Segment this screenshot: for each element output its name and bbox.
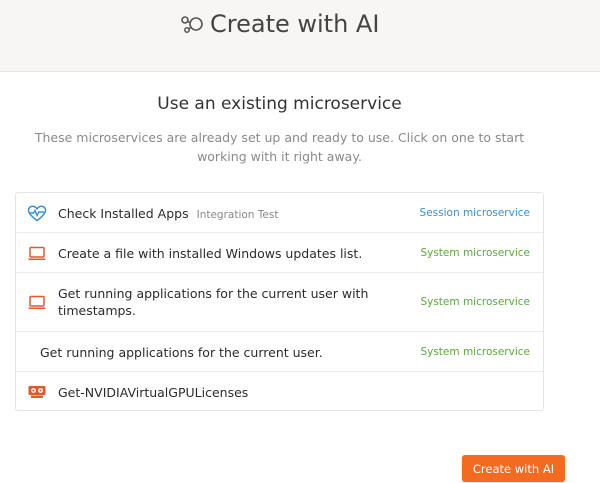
microservice-type: System microservice bbox=[420, 296, 530, 308]
section-description: These microservices are already set up a… bbox=[34, 130, 525, 164]
microservice-label: Get running applications for the current… bbox=[58, 286, 369, 318]
microservice-item-check-installed-apps[interactable]: Check Installed Apps Integration Test Ses… bbox=[16, 193, 543, 233]
laptop-icon bbox=[27, 295, 47, 311]
section-title: Use an existing microservice bbox=[157, 94, 402, 114]
heart-pulse-icon bbox=[27, 205, 47, 222]
microservice-label: Check Installed Apps bbox=[58, 206, 189, 221]
header: Create with AI bbox=[0, 0, 600, 72]
page-title: Create with AI bbox=[180, 10, 379, 38]
microservice-list: Check Installed Apps Integration Test Ses… bbox=[15, 192, 544, 411]
microservice-type: System microservice bbox=[420, 247, 530, 259]
microservice-item-running-apps-timestamps[interactable]: Get running applications for the current… bbox=[16, 273, 543, 332]
gpu-card-icon bbox=[27, 384, 47, 400]
page-title-text: Create with AI bbox=[210, 10, 380, 38]
microservice-label: Create a file with installed Windows upd… bbox=[58, 246, 363, 261]
microservice-item-windows-updates[interactable]: Create a file with installed Windows upd… bbox=[16, 233, 543, 273]
microservice-label: Get-NVIDIAVirtualGPULicenses bbox=[58, 385, 249, 400]
microservice-label: Get running applications for the current… bbox=[40, 345, 323, 360]
integration-test-tag: Integration Test bbox=[196, 209, 279, 221]
microservice-item-nvidia-gpu-licenses[interactable]: Get-NVIDIAVirtualGPULicenses bbox=[16, 372, 543, 412]
microservice-type: System microservice bbox=[420, 346, 530, 358]
nodes-icon bbox=[180, 12, 204, 36]
microservice-item-running-apps[interactable]: Get running applications for the current… bbox=[16, 332, 543, 372]
microservice-type: Session microservice bbox=[419, 207, 530, 219]
laptop-icon bbox=[27, 246, 47, 262]
